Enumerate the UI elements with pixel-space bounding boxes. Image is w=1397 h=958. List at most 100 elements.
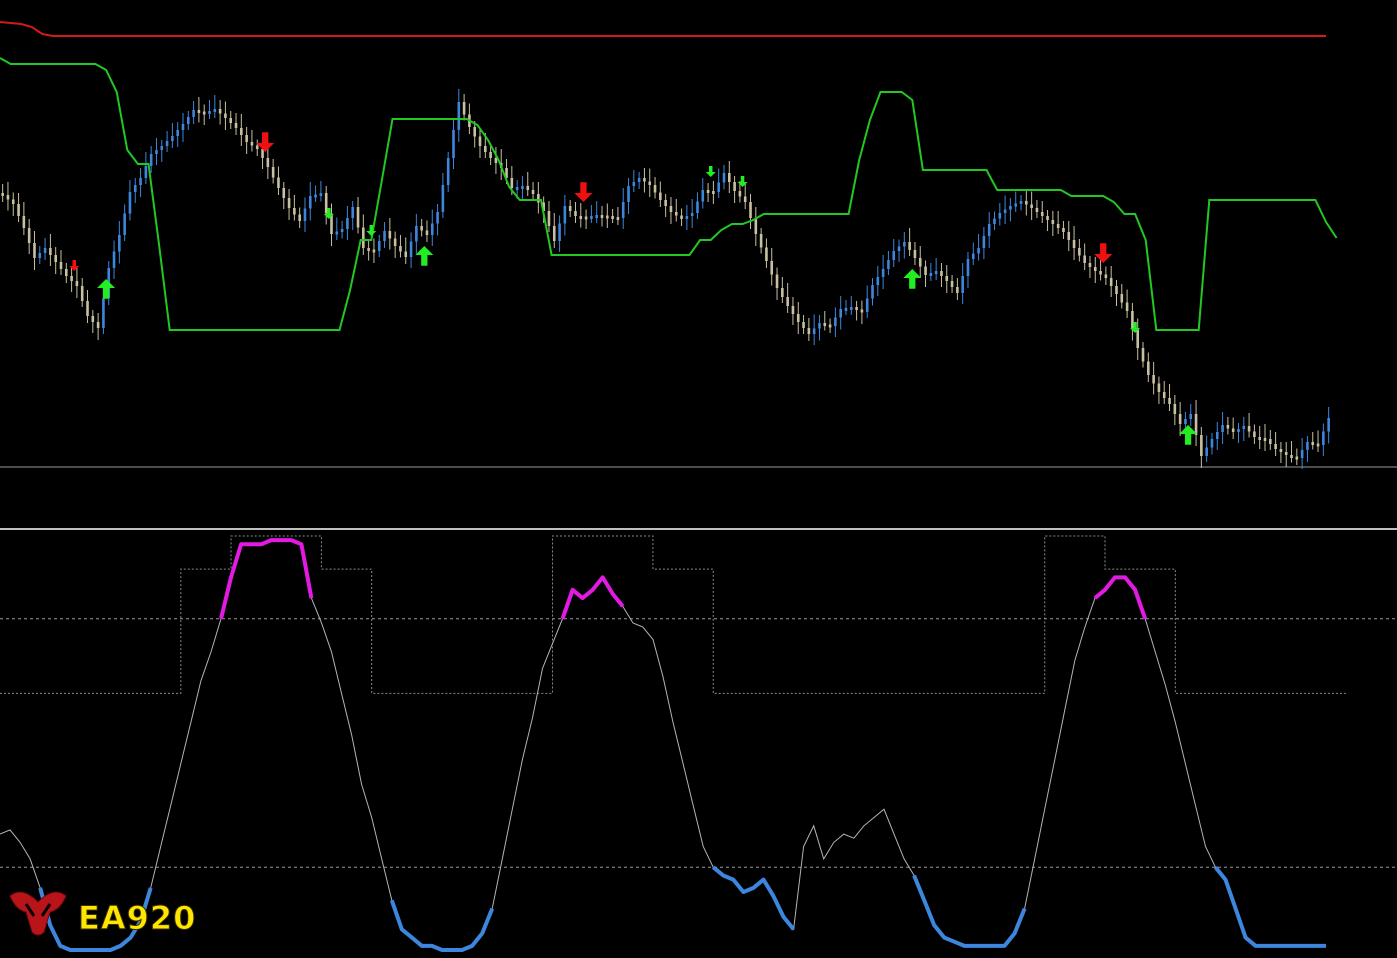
candle-body	[1056, 224, 1060, 228]
candle-body	[436, 212, 439, 224]
candle-body	[690, 213, 694, 216]
candle-body	[399, 246, 402, 252]
candle-body	[1306, 442, 1309, 450]
candle-body	[314, 194, 317, 198]
chart-canvas: EA920	[0, 0, 1397, 958]
candle-body	[54, 255, 57, 262]
candle-body	[1194, 414, 1198, 435]
candle-body	[372, 249, 376, 253]
candle-body	[1088, 263, 1092, 267]
candle-body	[484, 146, 487, 152]
candle-body	[282, 188, 286, 198]
candle-body	[712, 191, 715, 194]
candle-body	[229, 118, 233, 123]
candle-body	[918, 258, 922, 267]
candle-body	[393, 238, 397, 246]
candle-body	[706, 190, 710, 193]
candle-body	[1120, 294, 1124, 303]
candle-body	[659, 192, 662, 200]
candle-body	[924, 266, 927, 275]
candle-body	[377, 241, 381, 251]
candle-body	[208, 111, 211, 114]
candle-body	[802, 322, 805, 328]
candle-body	[1014, 203, 1018, 207]
candle-body	[165, 141, 169, 146]
candle-body	[1072, 240, 1076, 248]
candle-body	[521, 186, 524, 189]
candle-body	[754, 218, 758, 234]
candle-body	[1258, 437, 1261, 440]
candle-body	[1046, 216, 1049, 220]
candle-body	[250, 142, 254, 146]
candle-body	[584, 216, 588, 220]
candle-body	[897, 246, 901, 251]
candle-body	[574, 211, 577, 216]
candle-body	[1003, 209, 1007, 213]
candle-body	[6, 195, 10, 200]
candle-body	[430, 223, 434, 235]
candle-body	[49, 248, 52, 255]
candle-body	[1147, 361, 1150, 375]
candle-body	[59, 262, 63, 269]
candle-body	[261, 149, 264, 158]
candle-body	[144, 166, 148, 178]
candle-body	[308, 196, 312, 209]
candle-body	[457, 102, 461, 130]
candle-body	[717, 182, 720, 192]
candle-body	[680, 215, 683, 219]
candle-body	[176, 130, 179, 136]
candle-body	[526, 186, 530, 190]
candle-body	[1168, 398, 1171, 404]
candle-body	[1316, 443, 1320, 447]
candle-body	[362, 227, 365, 248]
candle-body	[908, 242, 911, 250]
candle-body	[213, 109, 217, 112]
candle-body	[733, 182, 736, 191]
candle-body	[192, 110, 195, 117]
candle-body	[351, 207, 355, 218]
candle-body	[388, 231, 392, 239]
candle-body	[102, 298, 105, 328]
candle-body	[637, 178, 641, 182]
candle-body	[669, 206, 673, 212]
candle-body	[1242, 426, 1246, 429]
candle-body	[155, 150, 158, 154]
candle-body	[1200, 435, 1203, 456]
candle-body	[701, 190, 705, 202]
candle-body	[1311, 442, 1315, 445]
candle-body	[934, 271, 938, 274]
candle-body	[786, 297, 789, 306]
candle-body	[664, 200, 667, 206]
candle-body	[1099, 271, 1102, 275]
candle-body	[420, 226, 423, 231]
candle-body	[171, 136, 174, 141]
candle-body	[91, 316, 95, 322]
candle-body	[1104, 274, 1108, 278]
logo-text: EA920	[78, 899, 196, 937]
candle-body	[43, 248, 47, 253]
candle-body	[818, 323, 821, 329]
candle-body	[383, 231, 386, 241]
candle-body	[415, 226, 418, 242]
candle-body	[770, 261, 774, 275]
candle-body	[653, 185, 657, 193]
candle-body	[446, 158, 450, 185]
candle-body	[356, 207, 360, 228]
candle-body	[881, 269, 885, 277]
candle-body	[1051, 220, 1055, 224]
candle-body	[627, 186, 630, 202]
candle-body	[1263, 438, 1267, 441]
candle-body	[70, 276, 73, 281]
candle-body	[865, 298, 869, 312]
candle-body	[303, 208, 307, 221]
candle-body	[600, 215, 604, 218]
candle-body	[441, 185, 445, 212]
candle-body	[1067, 232, 1071, 240]
candle-body	[1189, 414, 1193, 419]
candle-body	[966, 259, 970, 276]
candle-body	[462, 102, 466, 115]
candle-body	[765, 247, 768, 261]
candle-body	[796, 314, 800, 322]
candle-body	[759, 234, 763, 248]
candle-body	[674, 212, 678, 216]
